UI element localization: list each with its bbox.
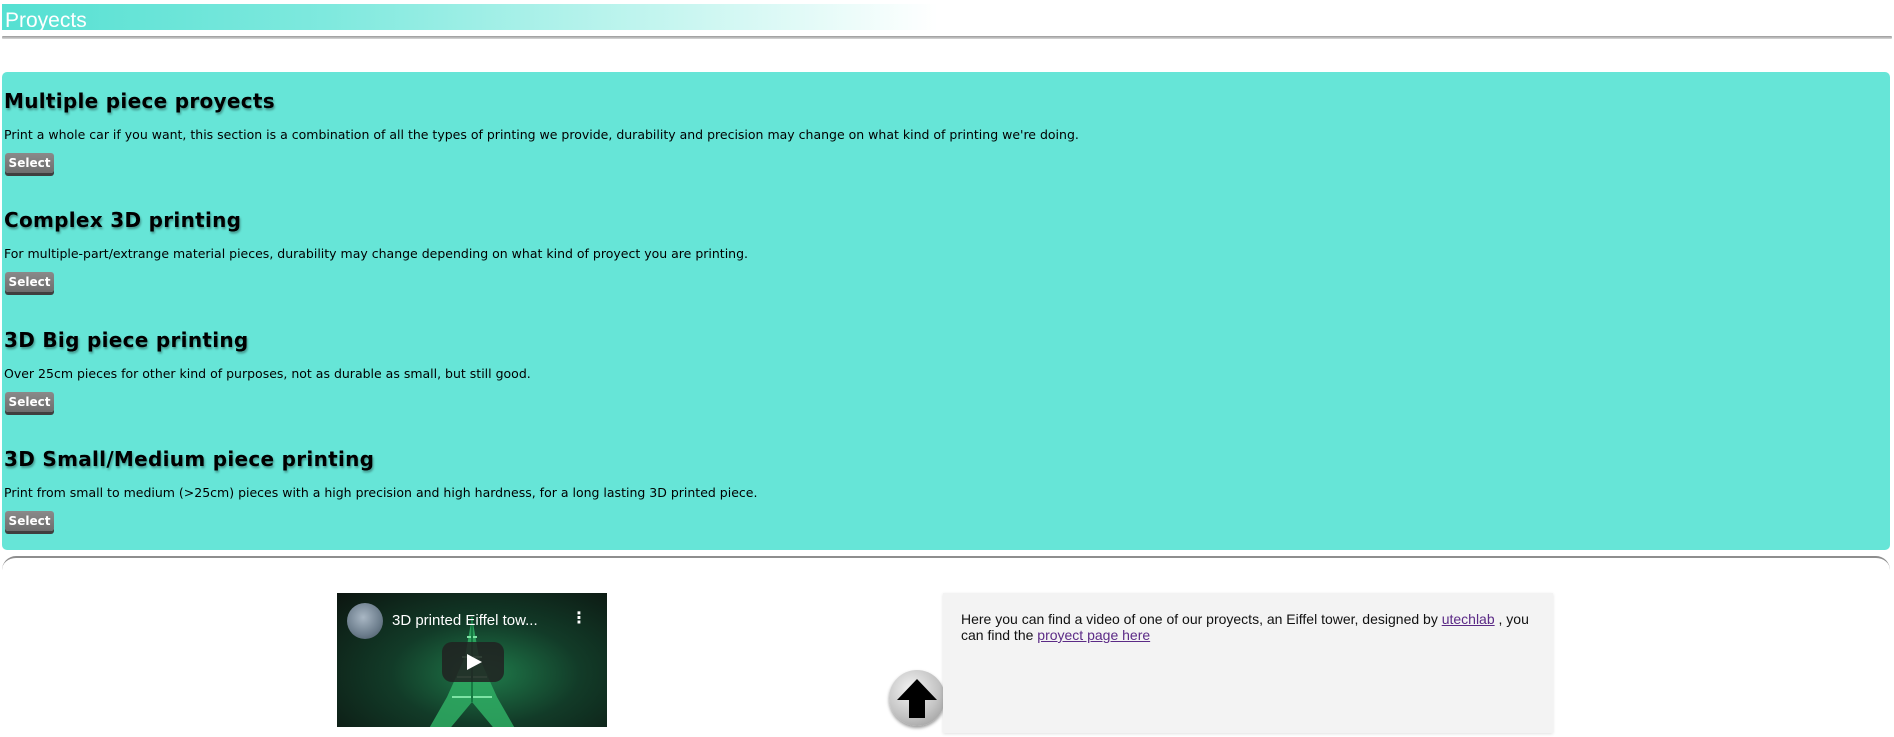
service-description: Print from small to medium (>25cm) piece… <box>4 485 758 500</box>
service-description: Print a whole car if you want, this sect… <box>4 127 1079 142</box>
service-title: 3D Big piece printing <box>4 328 249 352</box>
service-description: Over 25cm pieces for other kind of purpo… <box>4 366 531 381</box>
service-title: 3D Small/Medium piece printing <box>4 447 375 471</box>
video-title[interactable]: 3D printed Eiffel tow... <box>392 612 538 629</box>
header-divider <box>2 36 1892 39</box>
select-complex-3d-button[interactable]: Select <box>5 272 54 292</box>
info-text: Here you can find a video of one of our … <box>961 611 1541 643</box>
select-small-medium-piece-button[interactable]: Select <box>5 511 54 531</box>
utechlab-link[interactable]: utechlab <box>1442 611 1495 627</box>
select-multiple-piece-button[interactable]: Select <box>5 153 54 173</box>
section-divider <box>2 556 1890 586</box>
proyect-page-link[interactable]: proyect page here <box>1037 627 1150 643</box>
scroll-to-top-button[interactable] <box>889 670 945 726</box>
service-description: For multiple-part/extrange material piec… <box>4 246 749 261</box>
service-title: Multiple piece proyects <box>4 89 275 113</box>
info-box: Here you can find a video of one of our … <box>943 593 1553 733</box>
video-player[interactable]: 3D printed Eiffel tow... ⋮ <box>337 593 607 727</box>
info-text-part: Here you can find a video of one of our … <box>961 611 1442 627</box>
page-title: Proyects <box>5 9 87 32</box>
select-big-piece-button[interactable]: Select <box>5 392 54 412</box>
services-section: Multiple piece proyects Print a whole ca… <box>2 72 1890 550</box>
more-vert-icon[interactable]: ⋮ <box>571 608 587 627</box>
header-bar: Proyects <box>2 4 938 32</box>
service-title: Complex 3D printing <box>4 208 242 232</box>
arrow-up-icon <box>897 679 937 718</box>
channel-avatar[interactable] <box>347 603 383 639</box>
play-button[interactable] <box>442 642 504 682</box>
